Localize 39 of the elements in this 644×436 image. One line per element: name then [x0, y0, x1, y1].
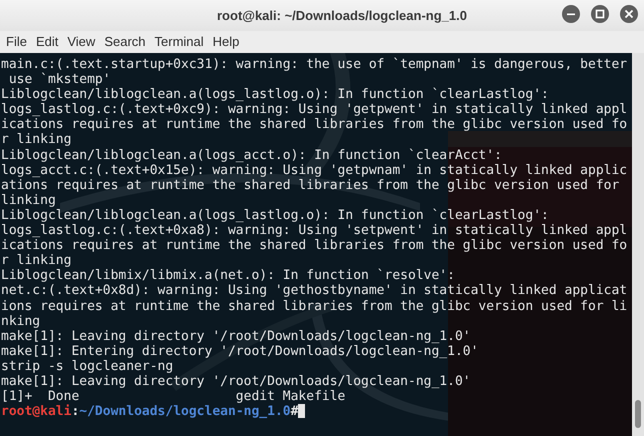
output-line: main.c:(.text.startup+0xc31): warning: the use of `tempnam' is dangerous, better [1, 57, 628, 72]
text-cursor [298, 404, 306, 418]
output-line: make[1]: Leaving directory '/root/Downloads/logclean-ng_1.0' [1, 328, 471, 344]
output-line: logs_lastlog.c:(.text+0xc9): warning: Using 'getpwent' in statically linked appl [1, 102, 628, 118]
output-line: use `mkstemp' [8, 72, 111, 88]
output-line: linking [1, 192, 56, 208]
output-line: make[1]: Leaving directory '/root/Downloads/logclean-ng_1.0' [1, 374, 471, 390]
output-line: r linking [1, 132, 72, 148]
menu-item[interactable]: Terminal [154, 32, 204, 52]
output-line: Liblogclean/libmix/libmix.a(net.o): In function `resolve': [1, 268, 455, 284]
output-line: Liblogclean/liblogclean.a(logs_acct.o): In function `clearAcct': [1, 148, 502, 163]
output-line: Liblogclean/liblogclean.a(logs_lastlog.o): In function `clearLastlog': [1, 87, 549, 102]
prompt-symbol: # [290, 404, 298, 420]
output-line: Liblogclean/liblogclean.a(logs_lastlog.o): In function `clearLastlog': [1, 208, 549, 224]
output-line: strip -s logcleaner-ng [1, 358, 174, 374]
menu-item[interactable]: File [6, 32, 27, 52]
output-line: make[1]: Entering directory '/root/Downloads/logclean-ng_1.0' [1, 344, 478, 359]
scrollbar-thumb[interactable] [635, 400, 641, 428]
output-line: ations requires at runtime the shared libraries from the glibc version used for [1, 178, 620, 193]
output-line: [1]+ Done gedit Makefile [1, 389, 346, 404]
minimize-button[interactable] [562, 5, 580, 23]
close-button[interactable] [620, 5, 638, 23]
output-line: r linking [1, 253, 72, 268]
output-line: ions requires at runtime the shared libraries from the glibc version used for li [1, 298, 628, 314]
window-title: root@kali: ~/Downloads/logclean-ng_1.0 [216, 6, 467, 25]
prompt-user: root@kali [1, 404, 72, 420]
output-line: logs_acct.c:(.text+0x15e): warning: Using 'getpwnam' in statically linked applic [1, 162, 628, 178]
output-line: net.c:(.text+0x8d): warning: Using 'gethostbyname' in statically linked applicat [1, 283, 628, 298]
output-line: logs_lastlog.c:(.text+0xa8): warning: Using 'setpwent' in statically linked appl [1, 223, 628, 238]
output-line: ications requires at runtime the shared libraries from the glibc version used fo [1, 238, 628, 254]
output-line: nking [1, 314, 40, 329]
prompt-separator: : [71, 404, 80, 420]
menu-item[interactable]: Help [212, 32, 240, 52]
maximize-button[interactable] [591, 5, 609, 23]
menu-item[interactable]: Edit [36, 32, 58, 52]
output-line: ications requires at runtime the shared libraries from the glibc version used fo [1, 117, 628, 132]
menu-item[interactable]: Search [104, 32, 146, 52]
menu-item[interactable]: View [67, 32, 96, 52]
prompt-path: ~/Downloads/logclean-ng_1.0 [79, 404, 291, 420]
